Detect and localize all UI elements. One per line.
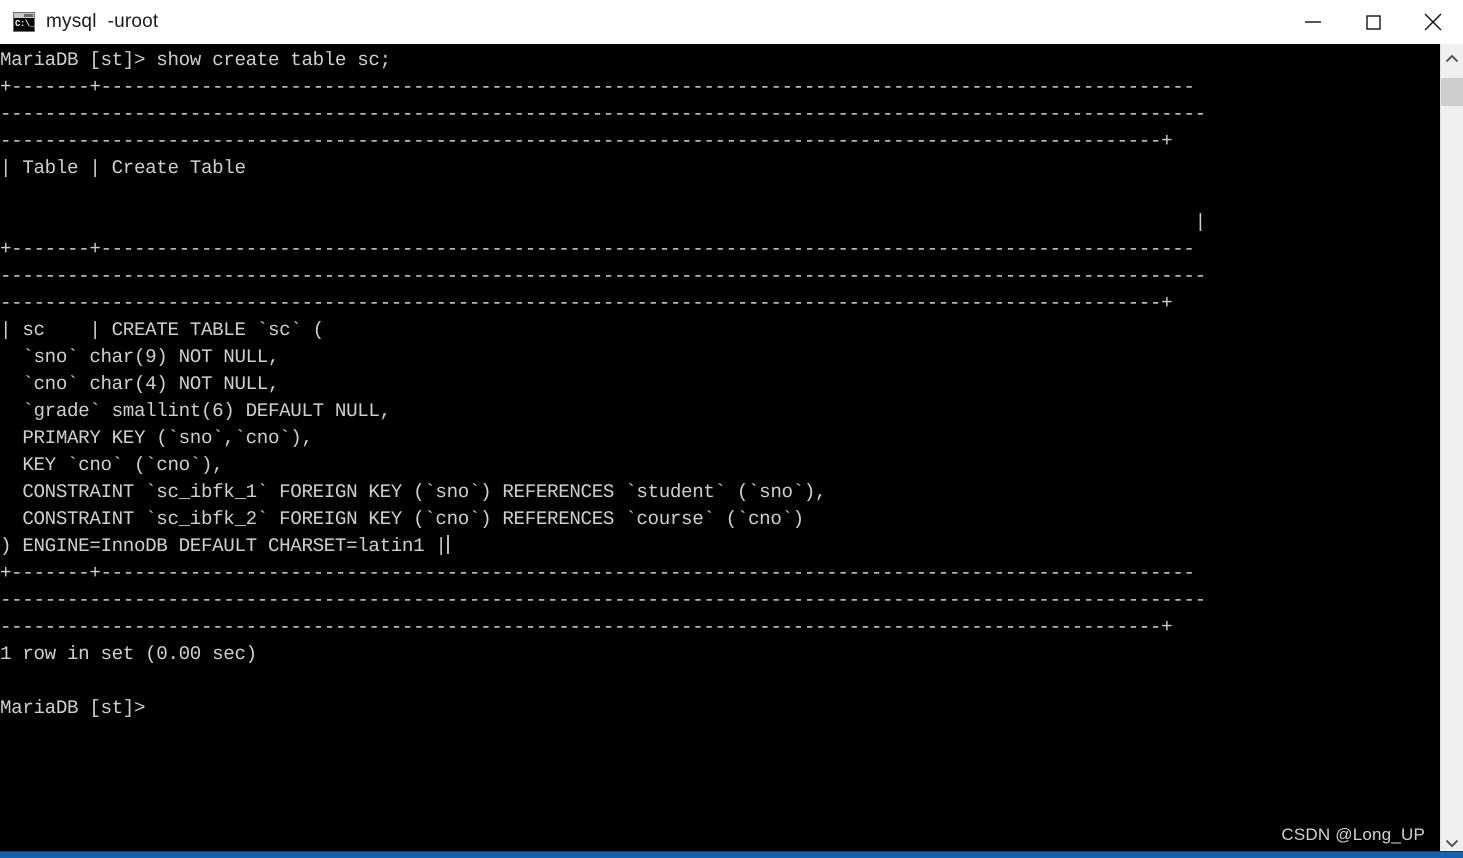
console-icon: C:\_ — [13, 12, 35, 32]
terminal-line: ----------------------------------------… — [0, 292, 1173, 314]
close-button[interactable] — [1403, 0, 1463, 44]
terminal-line: +-------+-------------------------------… — [0, 76, 1195, 98]
terminal-line: CONSTRAINT `sc_ibfk_1` FOREIGN KEY (`sno… — [0, 481, 827, 503]
window-controls — [1283, 0, 1463, 44]
terminal-line: MariaDB [st]> show create table sc; — [0, 49, 391, 71]
terminal-line: `grade` smallint(6) DEFAULT NULL, — [0, 400, 391, 422]
terminal-line: `cno` char(4) NOT NULL, — [0, 373, 280, 395]
terminal-output: MariaDB [st]> show create table sc; +----… — [0, 47, 1440, 722]
terminal-line: `sno` char(9) NOT NULL, — [0, 346, 280, 368]
application-window: C:\_ mysql -uroot MariaDB [st]> show cre… — [0, 0, 1463, 858]
terminal-line: | — [0, 211, 1207, 233]
terminal-line: CONSTRAINT `sc_ibfk_2` FOREIGN KEY (`cno… — [0, 508, 804, 530]
terminal-line: +-------+-------------------------------… — [0, 238, 1195, 260]
vertical-scrollbar[interactable] — [1440, 44, 1463, 858]
bottom-accent-bar — [0, 851, 1463, 858]
terminal-console[interactable]: MariaDB [st]> show create table sc; +----… — [0, 44, 1440, 858]
terminal-line: | Table | Create Table — [0, 157, 246, 179]
terminal-line: 1 row in set (0.00 sec) — [0, 643, 257, 665]
terminal-line: ----------------------------------------… — [0, 589, 1206, 611]
minimize-button[interactable] — [1283, 0, 1343, 44]
window-title: mysql -uroot — [46, 11, 159, 32]
chevron-up-icon — [1445, 54, 1459, 63]
terminal-line: KEY `cno` (`cno`), — [0, 454, 224, 476]
maximize-button[interactable] — [1343, 0, 1403, 44]
terminal-line: | sc | CREATE TABLE `sc` ( — [0, 319, 324, 341]
window-titlebar[interactable]: C:\_ mysql -uroot — [0, 0, 1463, 44]
terminal-line: +-------+-------------------------------… — [0, 562, 1195, 584]
terminal-line: MariaDB [st]> — [0, 697, 146, 719]
terminal-cursor — [446, 535, 449, 554]
maximize-icon — [1366, 15, 1381, 30]
terminal-line: ----------------------------------------… — [0, 265, 1206, 287]
scrollbar-thumb[interactable] — [1441, 78, 1463, 106]
close-icon — [1424, 13, 1442, 31]
scroll-up-button[interactable] — [1441, 44, 1463, 74]
minimize-icon — [1305, 21, 1321, 23]
terminal-line: ) ENGINE=InnoDB DEFAULT CHARSET=latin1 | — [0, 535, 449, 557]
terminal-line: ----------------------------------------… — [0, 130, 1173, 152]
chevron-down-icon — [1445, 839, 1459, 848]
terminal-line: PRIMARY KEY (`sno`,`cno`), — [0, 427, 313, 449]
terminal-line: ----------------------------------------… — [0, 103, 1206, 125]
terminal-line: ----------------------------------------… — [0, 616, 1173, 638]
